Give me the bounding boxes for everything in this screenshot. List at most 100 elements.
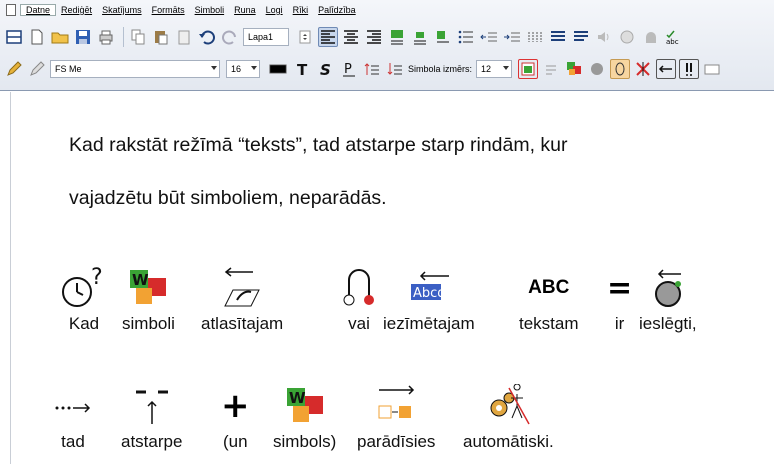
application-chrome: Datne Rediģēt Skatījums Formāts Simboli … bbox=[0, 0, 774, 91]
symbol-word[interactable]: automātiski. bbox=[463, 382, 554, 452]
align-right-button[interactable] bbox=[364, 27, 384, 47]
symbols-icon: W bbox=[286, 388, 323, 422]
menu-help[interactable]: Palīdzība bbox=[313, 5, 361, 15]
spellcheck-button[interactable]: abc bbox=[663, 27, 683, 47]
colour-symbol-button[interactable] bbox=[564, 59, 584, 79]
symbol-top-button[interactable] bbox=[387, 27, 407, 47]
decrease-indent-button[interactable] bbox=[479, 27, 499, 47]
text-color-button[interactable] bbox=[266, 59, 290, 79]
symbol-word[interactable]: ieslēgti, bbox=[639, 264, 697, 334]
appear-icon bbox=[378, 385, 415, 419]
past-tense-button[interactable] bbox=[656, 59, 677, 79]
underline-button[interactable]: P bbox=[339, 59, 359, 79]
menu-format[interactable]: Formāts bbox=[147, 5, 190, 15]
bold-button[interactable]: T bbox=[293, 59, 313, 79]
print-button[interactable] bbox=[96, 27, 116, 47]
symbol-word[interactable]: parādīsies bbox=[357, 382, 435, 452]
voice-button[interactable] bbox=[640, 27, 660, 47]
speech-settings-button[interactable] bbox=[617, 27, 637, 47]
more-button[interactable] bbox=[702, 59, 722, 79]
symbol-word[interactable]: ABC tekstam bbox=[519, 264, 579, 334]
grid-dots-icon bbox=[528, 32, 542, 42]
symbol-word[interactable]: atstarpe bbox=[121, 382, 182, 452]
svg-text:?: ? bbox=[91, 266, 103, 290]
menu-file[interactable]: Datne bbox=[20, 4, 57, 16]
new-document-icon bbox=[31, 29, 43, 45]
symbol-down-button[interactable] bbox=[385, 59, 405, 79]
layout-button[interactable] bbox=[4, 27, 24, 47]
menu-view[interactable]: Skatījums bbox=[97, 5, 147, 15]
text-options-button[interactable] bbox=[541, 59, 561, 79]
undo-button[interactable] bbox=[197, 27, 217, 47]
symbol-label: ir bbox=[614, 314, 625, 333]
skin-tone-button[interactable] bbox=[587, 59, 607, 79]
symbol-word[interactable]: W simboli bbox=[122, 264, 175, 334]
open-button[interactable] bbox=[50, 27, 70, 47]
italic-button[interactable]: S bbox=[316, 59, 336, 79]
negation-button[interactable] bbox=[633, 59, 653, 79]
align-left-button[interactable] bbox=[318, 27, 338, 47]
menu-edit[interactable]: Rediģēt bbox=[56, 5, 97, 15]
increase-indent-button[interactable] bbox=[502, 27, 522, 47]
align-center-button[interactable] bbox=[341, 27, 361, 47]
symbol-side-button[interactable] bbox=[433, 27, 453, 47]
symbol-bottom-button[interactable] bbox=[410, 27, 430, 47]
menu-windows[interactable]: Logi bbox=[261, 5, 288, 15]
symbol-word[interactable]: = ir bbox=[607, 264, 632, 334]
symbol-size-select[interactable]: 12 bbox=[476, 60, 513, 78]
outline-button[interactable] bbox=[610, 59, 631, 79]
symbol-label: (un bbox=[222, 432, 248, 451]
font-size-select[interactable]: 16 bbox=[226, 60, 260, 78]
save-button[interactable] bbox=[73, 27, 93, 47]
bullets-button[interactable] bbox=[456, 27, 476, 47]
symbol-word[interactable]: tad bbox=[53, 382, 93, 452]
bullet-list-icon bbox=[458, 30, 473, 44]
new-button[interactable] bbox=[27, 27, 47, 47]
symbol-word[interactable]: Abcd iezīmētajam bbox=[383, 264, 475, 334]
toolbar-separator bbox=[123, 27, 124, 47]
page-selector-value: Lapa1 bbox=[248, 32, 274, 42]
copy-icon bbox=[131, 29, 145, 45]
redo-icon bbox=[222, 30, 236, 45]
grid-button[interactable] bbox=[525, 27, 545, 47]
symbol-word[interactable]: W simbols) bbox=[273, 382, 336, 452]
page-selector[interactable]: Lapa1 bbox=[243, 28, 289, 46]
speak-button[interactable] bbox=[594, 27, 614, 47]
page-spin-button[interactable] bbox=[295, 27, 315, 47]
symbol-word[interactable]: ? Kad bbox=[59, 264, 109, 334]
symbol-label: tekstam bbox=[519, 314, 579, 333]
symbol-label: iezīmētajam bbox=[383, 314, 475, 333]
switch-on-icon bbox=[654, 269, 681, 307]
symbol-up-button[interactable] bbox=[362, 59, 382, 79]
symbol-label: atlasītajam bbox=[201, 314, 284, 333]
line-spacing-button[interactable] bbox=[571, 27, 591, 47]
exclamation-icon bbox=[686, 63, 693, 76]
clipboard-icon bbox=[178, 30, 190, 45]
paste-button[interactable] bbox=[151, 27, 171, 47]
copy-button[interactable] bbox=[128, 27, 148, 47]
menu-symbols[interactable]: Simboli bbox=[190, 5, 230, 15]
menu-tools[interactable]: Rīki bbox=[288, 5, 314, 15]
font-select[interactable]: FS Me bbox=[50, 60, 220, 78]
symbol-size-value: 12 bbox=[481, 64, 492, 74]
pencil-button[interactable] bbox=[4, 59, 24, 79]
justify-button[interactable] bbox=[548, 27, 568, 47]
symbol-word[interactable]: atlasītajam bbox=[201, 264, 283, 334]
line-spacing-icon bbox=[574, 31, 588, 41]
undo-icon bbox=[199, 30, 215, 45]
pencil-icon bbox=[7, 61, 22, 76]
symbol-picture-button[interactable] bbox=[518, 59, 539, 79]
symbol-word[interactable]: vai bbox=[341, 264, 377, 334]
align-center-icon bbox=[344, 30, 358, 44]
paste-special-button[interactable] bbox=[174, 27, 194, 47]
symbol-label: ieslēgti, bbox=[639, 314, 697, 333]
symbol-word[interactable]: + (un bbox=[221, 382, 250, 452]
menu-speech[interactable]: Runa bbox=[229, 5, 261, 15]
emphasis-button[interactable] bbox=[679, 59, 700, 79]
font-select-value: FS Me bbox=[55, 64, 82, 74]
space-icon bbox=[135, 390, 168, 424]
eraser-button[interactable] bbox=[27, 59, 47, 79]
printer-icon bbox=[99, 30, 113, 45]
redo-button[interactable] bbox=[220, 27, 240, 47]
document-page[interactable]: Kad rakstāt režīmā “teksts”, tad atstarp… bbox=[10, 92, 774, 464]
